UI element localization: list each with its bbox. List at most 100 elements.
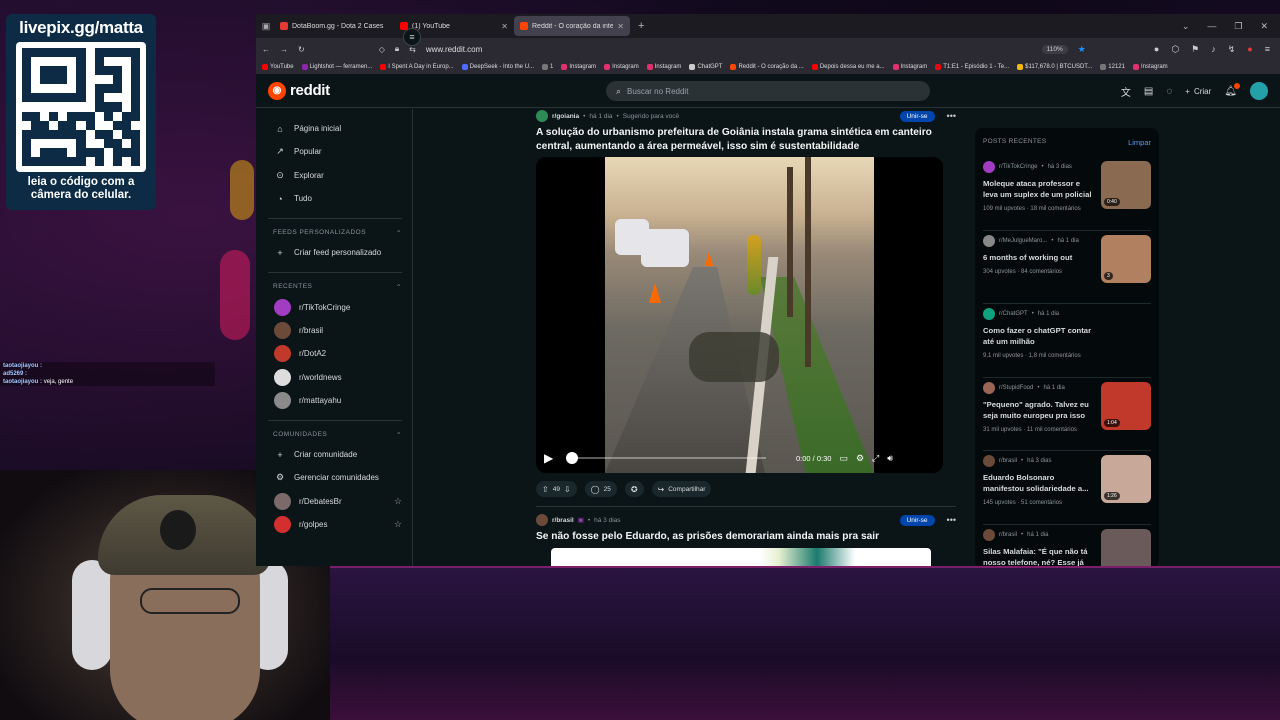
extension-icon[interactable]: ⬡ xyxy=(1171,44,1179,55)
notifications-icon[interactable]: 🔔︎ xyxy=(1224,82,1240,97)
volume-icon[interactable]: 🔊︎ xyxy=(887,453,893,464)
recent-post-title[interactable]: "Pequeno" agrado. Talvez eu seja muito e… xyxy=(983,399,1095,421)
sidebar-item-recent[interactable]: r/TikTokCringe xyxy=(268,295,402,318)
video-progress-bar[interactable] xyxy=(566,452,766,464)
share-button[interactable]: ↪ Compartilhar xyxy=(651,481,712,497)
recent-post-thumbnail[interactable]: 1:04 xyxy=(1101,381,1151,430)
tab-dotaboom[interactable]: DotaBoom.gg - Dota 2 Cases xyxy=(274,16,394,36)
comments-button[interactable]: ◯ 25 xyxy=(584,481,617,497)
recent-post-title[interactable]: Silas Malafaia: "É que não tá nosso tele… xyxy=(983,546,1095,567)
tab-list-icon[interactable]: ▣ xyxy=(258,21,274,32)
extension-icon[interactable]: ↯ xyxy=(1228,44,1236,55)
minimize-icon[interactable]: — xyxy=(1207,21,1216,32)
recent-post-subreddit[interactable]: r/brasil xyxy=(999,458,1017,464)
bookmark-item[interactable]: 12121 xyxy=(1100,64,1125,70)
close-window-icon[interactable]: ✕ xyxy=(1260,21,1268,32)
bookmark-item[interactable]: Instagram xyxy=(1132,64,1168,70)
extension-icon[interactable]: ● xyxy=(1247,44,1252,55)
extension-icon[interactable]: ⚑ xyxy=(1191,44,1199,55)
create-post-button[interactable]: + Criar xyxy=(1185,87,1211,96)
url-bar[interactable]: www.reddit.com xyxy=(426,45,482,54)
tab-reddit[interactable]: Reddit - O coração da inte ✕ xyxy=(514,16,630,36)
user-avatar[interactable] xyxy=(1250,82,1268,100)
recent-post-title[interactable]: Como fazer o chatGPT contar até um milhã… xyxy=(983,325,1095,347)
bookmark-item[interactable]: $117,678.0 | BTCUSDT... xyxy=(1017,64,1092,70)
back-icon[interactable]: ← xyxy=(262,45,270,54)
bookmark-star-icon[interactable]: ★ xyxy=(1078,44,1086,55)
bookmark-item[interactable]: Instagram xyxy=(561,64,596,70)
clear-button[interactable]: Limpar xyxy=(1128,138,1151,147)
recent-post-item[interactable]: r/brasil • há 1 dia Silas Malafaia: "É que … xyxy=(983,525,1151,567)
bookmark-item[interactable]: YouTube xyxy=(262,64,294,70)
tabs-dropdown-icon[interactable]: ⌄ xyxy=(1182,21,1190,32)
close-tab-icon[interactable]: ✕ xyxy=(617,22,624,31)
recent-post-subreddit[interactable]: r/TikTokCringe xyxy=(999,164,1037,170)
sidebar-item-recent[interactable]: r/worldnews xyxy=(268,365,402,388)
advertise-icon[interactable]: ▤ xyxy=(1144,86,1153,97)
bookmark-item[interactable]: T1:E1 - Episódio 1 - Te... xyxy=(935,64,1009,70)
more-options-icon[interactable]: ••• xyxy=(947,515,956,525)
forward-icon[interactable]: → xyxy=(280,45,288,54)
close-tab-icon[interactable]: ✕ xyxy=(501,22,508,31)
bookmark-item[interactable]: DeepSeek - Into the U... xyxy=(461,64,534,70)
post-card[interactable]: r/goiania • há 1 dia • Sugerido para voc… xyxy=(536,109,956,497)
star-icon[interactable]: ☆ xyxy=(394,496,402,507)
bookmark-item[interactable]: Depois dessa eu me a... xyxy=(811,64,885,70)
recent-post-item[interactable]: r/MeJulgueMaro... • há 1 dia 6 months of wo… xyxy=(983,231,1151,304)
bookmark-item[interactable]: Reddit - O coração da ... xyxy=(730,64,804,70)
sidebar-item-recent[interactable]: r/DotA2 xyxy=(268,342,402,365)
join-button[interactable]: Unir-se xyxy=(899,514,935,526)
translate-icon[interactable]: 文 xyxy=(1121,84,1131,99)
recent-post-item[interactable]: r/brasil • há 3 dias Eduardo Bolsonaro mani… xyxy=(983,451,1151,525)
recent-post-item[interactable]: r/ChatGPT • há 1 dia Como fazer o chatGPT c… xyxy=(983,304,1151,378)
bookmark-item[interactable]: Instagram xyxy=(892,64,927,70)
create-feed-item[interactable]: + Criar feed personalizado xyxy=(268,241,402,264)
recent-post-subreddit[interactable]: r/StupidFood xyxy=(999,385,1033,391)
reload-icon[interactable]: ↻ xyxy=(298,45,305,54)
settings-icon[interactable]: ⚙ xyxy=(856,453,864,464)
zoom-level[interactable]: 110% xyxy=(1041,44,1068,54)
search-input[interactable] xyxy=(627,86,920,96)
bookmark-item[interactable]: 1 xyxy=(542,64,553,70)
shield-icon[interactable]: ◇ xyxy=(379,45,385,54)
manage-communities-item[interactable]: ⚙ Gerenciar comunidades xyxy=(268,466,402,489)
recent-post-subreddit[interactable]: r/brasil xyxy=(999,532,1017,538)
recent-post-thumbnail[interactable] xyxy=(1101,528,1151,566)
play-icon[interactable]: ▶ xyxy=(544,451,558,465)
post-title[interactable]: Se não fosse pelo Eduardo, as prisões de… xyxy=(536,530,956,544)
maximize-icon[interactable]: ❐ xyxy=(1234,21,1242,32)
sidebar-item-recent[interactable]: r/mattayahu xyxy=(268,389,402,412)
recent-post-subreddit[interactable]: r/MeJulgueMaro... xyxy=(999,238,1047,244)
bookmark-item[interactable]: I Spent A Day in Europ... xyxy=(380,64,454,70)
progress-knob[interactable] xyxy=(566,452,578,464)
communities-section-header[interactable]: COMUNIDADES ⌃ xyxy=(268,427,402,443)
recent-post-title[interactable]: Eduardo Bolsonaro manifestou solidarieda… xyxy=(983,472,1095,494)
fullscreen-icon[interactable]: ⤢ xyxy=(872,453,879,464)
join-button[interactable]: Unir-se xyxy=(899,110,935,122)
more-options-icon[interactable]: ••• xyxy=(947,111,956,121)
bookmark-item[interactable]: Instagram xyxy=(646,64,681,70)
bookmark-item[interactable]: Lightshot — ferramen... xyxy=(301,64,372,70)
sidebar-item-recent[interactable]: r/brasil xyxy=(268,319,402,342)
recent-post-item[interactable]: r/StupidFood • há 1 dia "Pequeno" agrado. T… xyxy=(983,378,1151,451)
recent-post-thumbnail[interactable]: 1:26 xyxy=(1101,455,1151,503)
recent-post-title[interactable]: 6 months of working out xyxy=(983,252,1095,263)
collapse-sidebar-button[interactable]: ≡ xyxy=(403,28,421,46)
post-image[interactable] xyxy=(551,547,931,566)
sidebar-item-explorar[interactable]: ⊙ Explorar xyxy=(268,164,402,187)
recent-post-title[interactable]: Moleque ataca professor e leva um suplex… xyxy=(983,178,1095,200)
sidebar-item-popular[interactable]: ↗ Popular xyxy=(268,140,402,163)
bookmark-item[interactable]: Instagram xyxy=(604,64,639,70)
chat-icon[interactable]: ◌ xyxy=(1166,86,1172,97)
post-card[interactable]: r/brasil ▣ • há 3 dias Unir-se ••• Se nã… xyxy=(536,513,956,566)
recent-post-thumbnail[interactable]: 3 xyxy=(1101,234,1151,283)
subreddit-link[interactable]: r/goiania xyxy=(552,113,579,120)
lock-icon[interactable]: 🔒︎ xyxy=(395,44,399,54)
sidebar-item-community[interactable]: r/DebatesBr ☆ xyxy=(268,490,402,513)
menu-icon[interactable]: ≡ xyxy=(1265,44,1270,55)
recent-section-header[interactable]: RECENTES ⌃ xyxy=(268,279,402,295)
reddit-logo[interactable]: ◉ reddit xyxy=(268,81,330,100)
subreddit-link[interactable]: r/brasil xyxy=(552,517,574,524)
sidebar-item-community[interactable]: r/golpes ☆ xyxy=(268,513,402,536)
recent-post-thumbnail[interactable]: 0:40 xyxy=(1101,161,1151,209)
